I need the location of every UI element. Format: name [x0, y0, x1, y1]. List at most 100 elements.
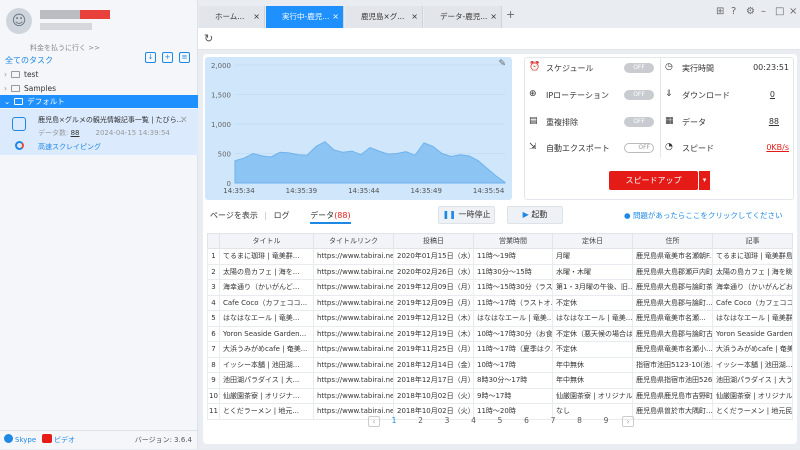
refresh-icon[interactable]: ↻ — [204, 32, 213, 45]
page-number[interactable]: 2 — [415, 416, 427, 425]
tab-home[interactable]: ホーム... × — [199, 6, 265, 28]
help-icon[interactable]: ? — [731, 6, 736, 17]
dedupe-toggle[interactable]: OFF — [624, 117, 654, 127]
table-row[interactable]: 2太陽の島カフェ | 海を...https://www.tabirai.net/… — [207, 263, 793, 280]
close-window-icon[interactable]: × — [789, 6, 797, 17]
next-page-icon[interactable]: › — [622, 416, 634, 427]
page-number[interactable]: 3 — [441, 416, 453, 425]
page-number[interactable]: 1 — [388, 416, 400, 425]
folder-default[interactable]: ⌄ デフォルト — [0, 95, 198, 108]
video-label: ビデオ — [54, 436, 75, 444]
all-tasks-label: 全てのタスク — [5, 56, 53, 65]
skype-icon — [4, 434, 13, 443]
table-row[interactable]: 7 大浜うみがめcafe | 奄美... https://www.tabirai.n… — [207, 341, 793, 358]
column-header[interactable]: タイトルリンク — [313, 233, 394, 249]
table-row[interactable]: 10仙厳園茶寮 | オリジナ...https://www.tabirai.net… — [207, 387, 793, 404]
page-number[interactable]: 5 — [494, 416, 506, 425]
import-icon[interactable]: ↓ — [145, 52, 156, 63]
close-icon[interactable]: × — [253, 6, 260, 28]
user-name-redacted — [40, 10, 80, 19]
task-list-icon[interactable]: ≡ — [179, 52, 190, 63]
column-header[interactable] — [207, 233, 220, 249]
maximize-icon[interactable]: □ — [775, 6, 784, 17]
row-index: 10 — [207, 387, 220, 404]
schedule-toggle[interactable]: OFF — [624, 63, 654, 73]
folder-samples[interactable]: › Samples — [0, 82, 198, 95]
page-number[interactable]: 9 — [600, 416, 612, 425]
folder-test[interactable]: › test — [0, 68, 198, 81]
speed-up-button[interactable]: スピードアップ — [609, 171, 698, 190]
table-cell: 鹿児島県竜美市名瀬... — [632, 310, 713, 327]
tab-running[interactable]: 実行中-鹿児... × — [266, 6, 344, 28]
table-cell: 月曜 — [552, 248, 633, 265]
data-value[interactable]: 88 — [719, 117, 779, 126]
dedupe-icon: ▤ — [529, 116, 538, 126]
stats-divider — [660, 58, 661, 158]
column-header[interactable]: 記事 — [712, 233, 793, 249]
page-number[interactable]: 7 — [547, 416, 559, 425]
table-cell: 2020年01月15日（水） — [393, 248, 474, 265]
close-icon[interactable]: × — [411, 6, 418, 28]
ip-rotation-toggle[interactable]: OFF — [624, 90, 654, 100]
table-row[interactable]: 9池田湖パラダイス | 大...https://www.tabirai.net/… — [207, 372, 793, 389]
table-cell: 池田湖パラダイス | 大... — [219, 372, 314, 389]
tab-log[interactable]: ログ — [274, 211, 290, 220]
table-row[interactable]: 4 Cafe Coco（カフェココ... https://www.tabirai.n… — [207, 294, 793, 311]
column-header[interactable]: 住所 — [632, 233, 713, 249]
page-number[interactable]: 4 — [468, 416, 480, 425]
new-folder-icon[interactable]: + — [162, 52, 173, 63]
task-title[interactable]: 鹿児島×グルメの観光情報記事一覧 | たびら... — [38, 115, 188, 125]
auto-export-toggle[interactable]: OFF — [624, 143, 654, 153]
export-icon: ⇲ — [529, 142, 537, 152]
table-row[interactable]: 5はなはなエール | 竜美...https://www.tabirai.net/… — [207, 310, 793, 327]
settings-icon[interactable]: ⚙ — [746, 6, 755, 17]
prev-page-icon[interactable]: ‹ — [368, 416, 380, 427]
table-cell: とくだラーメン | 地元... — [219, 403, 314, 420]
speedometer-icon — [15, 141, 24, 150]
column-header[interactable]: 営業時間 — [473, 233, 553, 249]
table-row[interactable]: 3海幸通り（かいがんど...https://www.tabirai.net/s.… — [207, 279, 793, 296]
video-link[interactable]: ビデオ — [42, 431, 75, 450]
skype-link[interactable]: Skype — [4, 431, 36, 450]
toolbar — [198, 28, 800, 50]
tab-task[interactable]: 鹿児島×グ... × — [345, 6, 423, 28]
task-close-icon[interactable]: × — [180, 115, 188, 125]
task-meta: データ数: 88 2024-04-15 14:39:54 — [38, 129, 170, 137]
close-icon[interactable]: × — [490, 6, 497, 28]
add-tab-icon[interactable]: + — [506, 8, 515, 21]
column-header[interactable]: タイトル — [219, 233, 314, 249]
table-cell: 10時～17時 — [473, 356, 553, 373]
question-icon: ● — [624, 211, 631, 220]
chevron-down-icon[interactable]: ▾ — [699, 171, 710, 190]
tab-page[interactable]: ページを表示 — [210, 211, 258, 220]
table-cell: 11時～15時30分（ラスト... — [473, 279, 553, 296]
pay-link[interactable]: 料金を払うに行く >> — [30, 43, 100, 53]
x-tick-label: 14:35:39 — [286, 187, 317, 195]
download-value[interactable]: 0 — [715, 90, 775, 99]
table-row[interactable]: 8イッシー本舗 | 池田湖...https://www.tabirai.net/… — [207, 356, 793, 373]
minimize-icon[interactable]: – — [761, 6, 766, 17]
page-number[interactable]: 8 — [574, 416, 586, 425]
edit-icon[interactable]: ✎ — [498, 59, 506, 69]
table-cell: 不定休 — [552, 341, 633, 358]
table-cell: 鹿児島県大島郡与論町... — [632, 294, 713, 311]
table-row[interactable]: 1てるまに珈琲 | 竜美群...https://www.tabirai.net/… — [207, 248, 793, 265]
pause-button[interactable]: ❚❚ 一時停止 — [438, 206, 495, 224]
table-cell: 2019年12月09日（月） — [393, 294, 474, 311]
runtime-label: 実行時間 — [682, 64, 714, 73]
skype-label: Skype — [15, 436, 37, 444]
tab-data-list[interactable]: データ(88) — [310, 211, 351, 224]
column-header[interactable]: 定休日 — [552, 233, 633, 249]
tab-data[interactable]: データ-鹿児... × — [424, 6, 502, 28]
table-cell: 海幸通り（かいがんどお... — [712, 279, 793, 296]
table-cell: 11時30分～15時 — [473, 263, 553, 280]
robot-avatar-icon[interactable]: ☺ — [6, 8, 32, 34]
table-row[interactable]: 6 Yoron Seaside Garden... https://www.tabi… — [207, 325, 793, 342]
close-icon[interactable]: × — [332, 6, 339, 28]
table-cell: https://www.tabirai.net/s... — [313, 263, 394, 280]
start-button[interactable]: ▶ 起動 — [507, 206, 563, 224]
help-link[interactable]: ● 問題があったらここをクリックしてください — [624, 210, 783, 221]
page-number[interactable]: 6 — [521, 416, 533, 425]
gift-icon[interactable]: ⊞ — [716, 6, 724, 17]
column-header[interactable]: 投稿日 — [393, 233, 474, 249]
